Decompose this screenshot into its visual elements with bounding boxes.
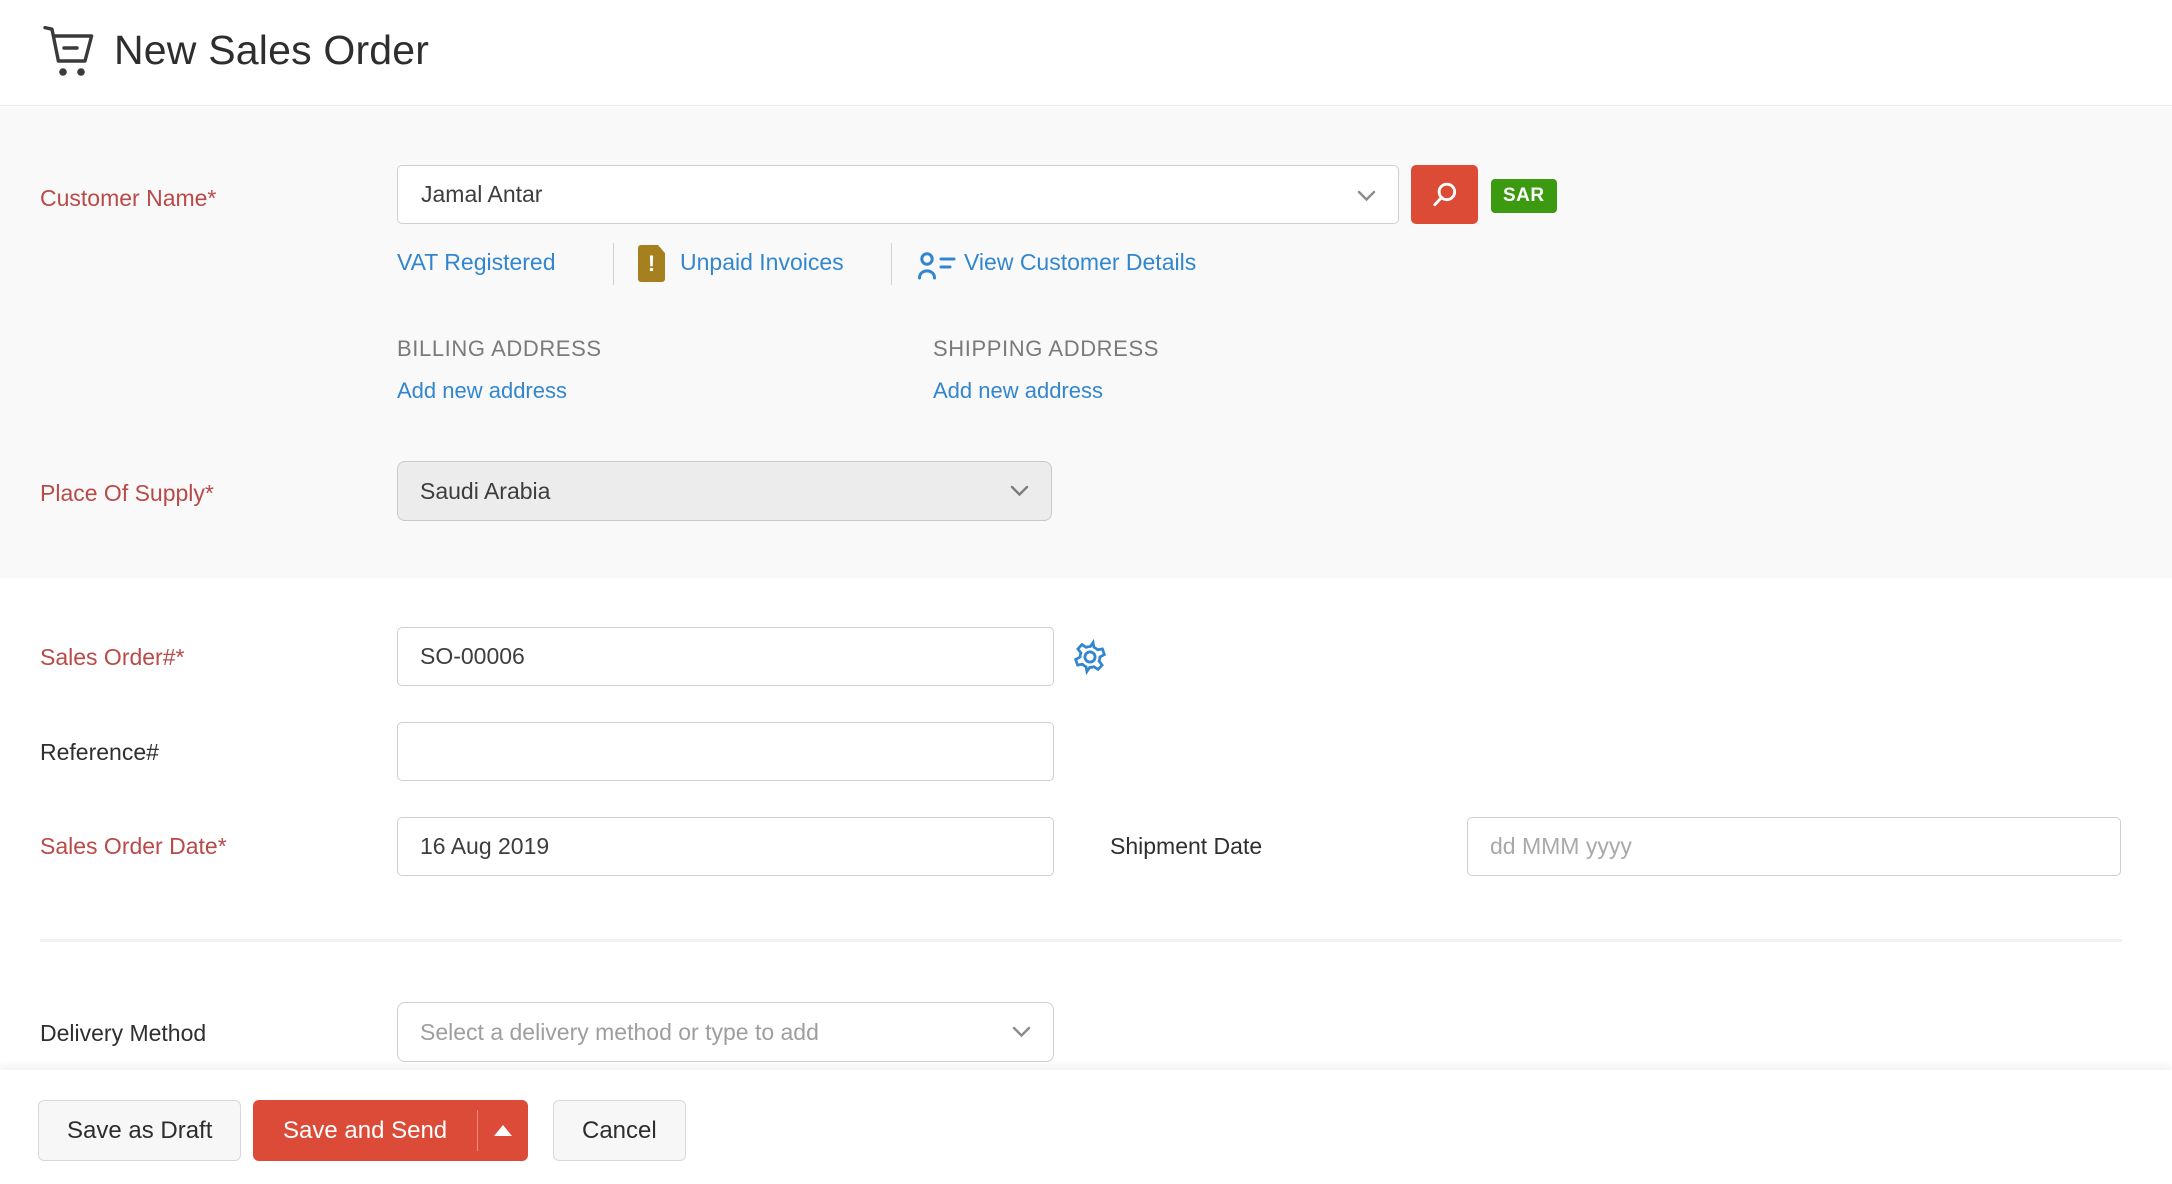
save-and-send-split-button[interactable]: Save and Send	[253, 1100, 529, 1161]
divider	[613, 243, 614, 285]
gear-icon[interactable]	[1071, 638, 1109, 676]
shipping-address-heading: SHIPPING ADDRESS	[933, 336, 1159, 361]
vat-registered-link[interactable]: VAT Registered	[397, 249, 556, 276]
page-header: New Sales Order	[0, 0, 2172, 106]
shipment-date-input[interactable]	[1467, 817, 2121, 876]
sales-order-date-input[interactable]	[397, 817, 1054, 876]
delivery-method-placeholder: Select a delivery method or type to add	[420, 1018, 819, 1045]
billing-add-new-address-link[interactable]: Add new address	[397, 378, 567, 404]
sales-order-number-input[interactable]	[397, 627, 1054, 686]
place-of-supply-select[interactable]: Saudi Arabia	[397, 461, 1052, 521]
section-divider	[40, 939, 2122, 942]
place-of-supply-value: Saudi Arabia	[420, 477, 551, 504]
chevron-down-icon	[1010, 485, 1029, 497]
reference-input[interactable]	[397, 722, 1054, 781]
shipment-date-label: Shipment Date	[1110, 833, 1263, 859]
reference-label: Reference#	[40, 739, 159, 765]
warning-document-icon: !	[638, 245, 665, 282]
sales-order-number-label: Sales Order#*	[40, 644, 185, 670]
unpaid-invoices-link[interactable]: Unpaid Invoices	[680, 249, 844, 276]
cart-icon	[43, 25, 94, 76]
currency-badge: SAR	[1491, 179, 1557, 213]
billing-address-heading: BILLING ADDRESS	[397, 336, 602, 361]
customer-name-select[interactable]	[397, 165, 1399, 224]
delivery-method-label: Delivery Method	[40, 1020, 207, 1046]
delivery-method-select[interactable]: Select a delivery method or type to add	[397, 1002, 1054, 1062]
contact-card-icon	[918, 252, 956, 280]
customer-name-input[interactable]	[398, 166, 1398, 223]
customer-search-button[interactable]	[1411, 165, 1478, 224]
save-and-send-more-button[interactable]	[478, 1100, 528, 1161]
page-title: New Sales Order	[114, 27, 430, 73]
save-as-draft-button[interactable]: Save as Draft	[38, 1100, 242, 1161]
chevron-down-icon	[1012, 1026, 1031, 1038]
place-of-supply-label: Place Of Supply*	[40, 480, 214, 506]
sales-order-date-label: Sales Order Date*	[40, 833, 227, 859]
divider	[891, 243, 892, 285]
customer-name-label: Customer Name*	[40, 185, 217, 211]
cancel-button[interactable]: Cancel	[553, 1100, 686, 1161]
save-and-send-button[interactable]: Save and Send	[253, 1100, 477, 1161]
caret-up-icon	[494, 1125, 513, 1136]
view-customer-details-link[interactable]: View Customer Details	[964, 249, 1196, 276]
search-icon	[1432, 182, 1456, 206]
shipping-add-new-address-link[interactable]: Add new address	[933, 378, 1103, 404]
chevron-down-icon[interactable]	[1357, 190, 1376, 202]
